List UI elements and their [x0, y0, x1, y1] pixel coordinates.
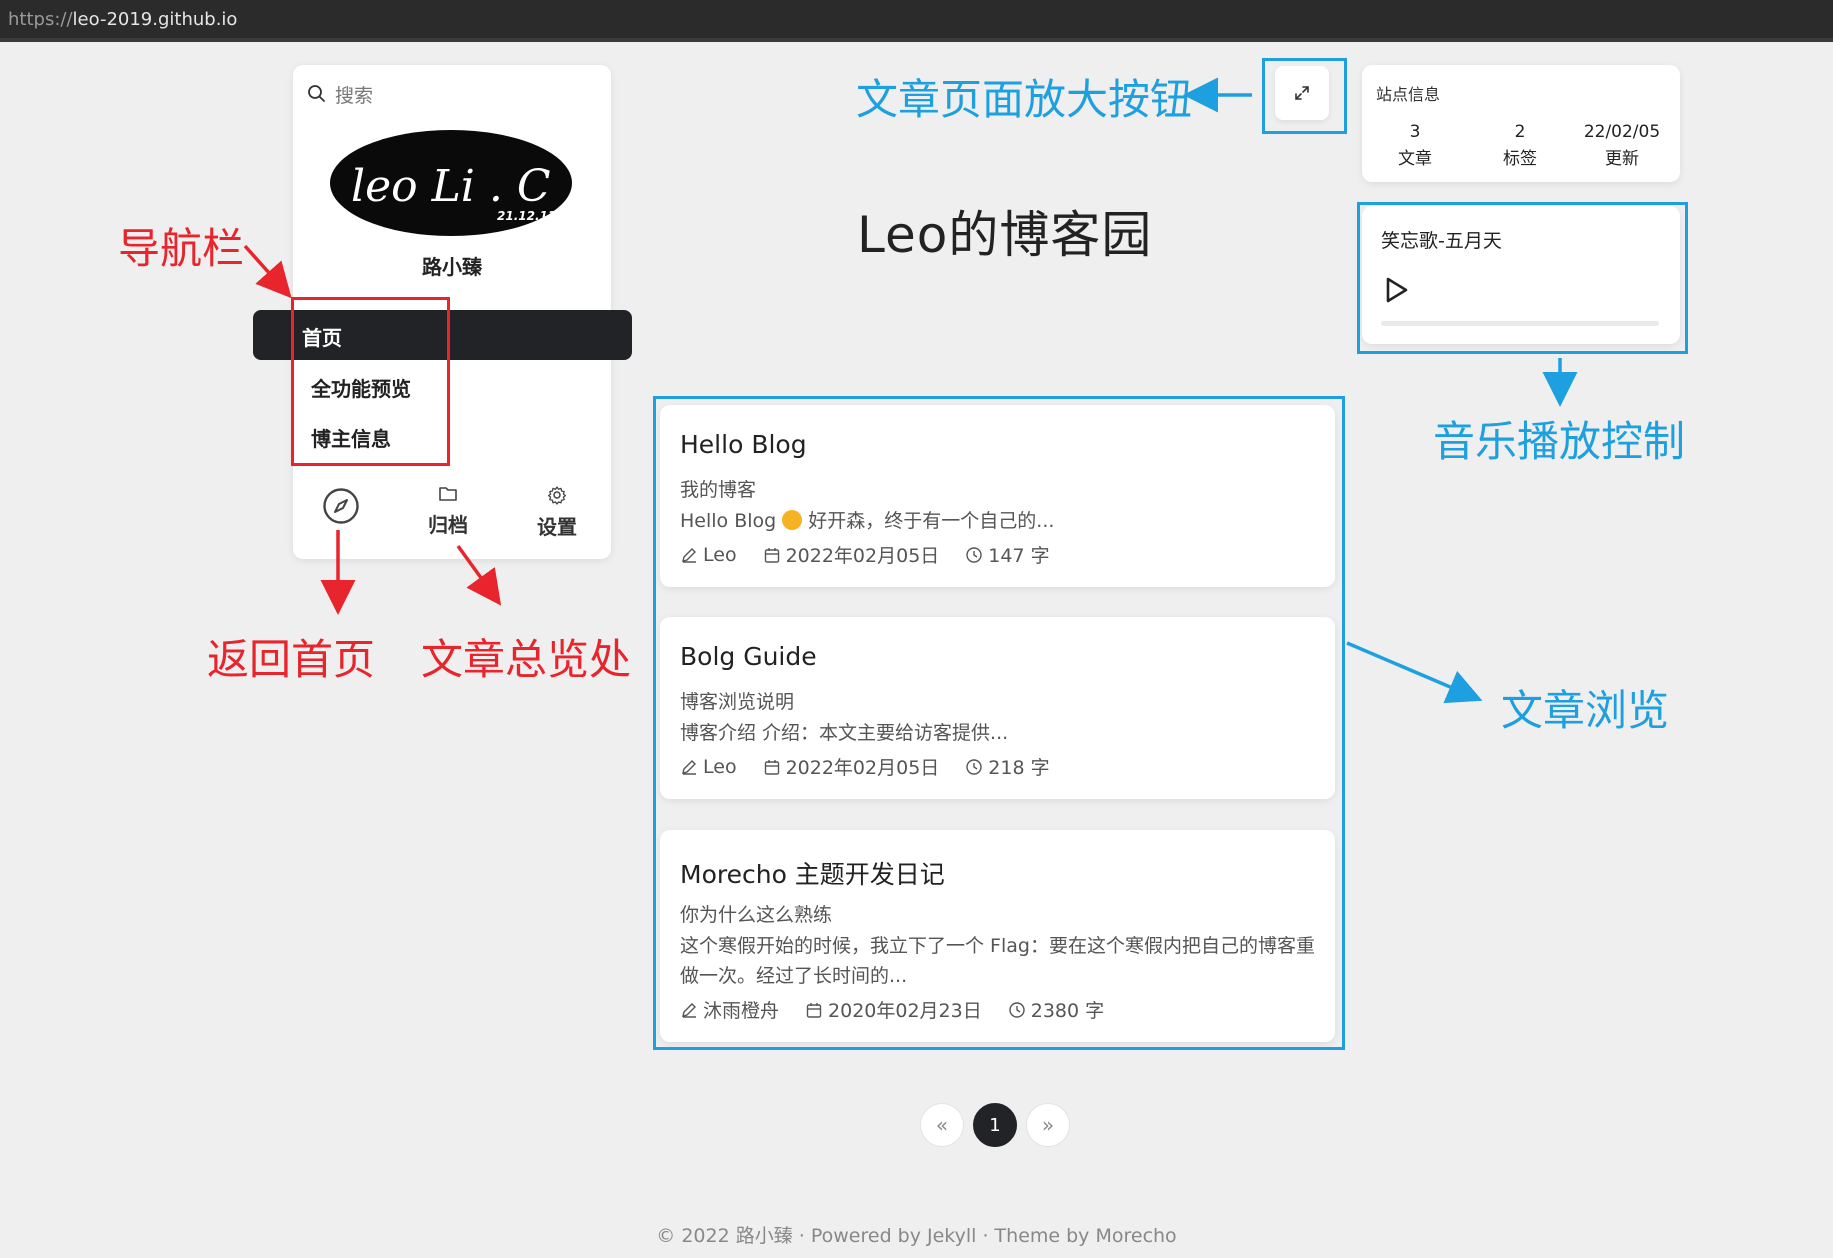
arrow-nav-bar	[243, 244, 292, 299]
arrow-article-overview	[456, 544, 502, 606]
arrow-article-browse	[1346, 641, 1483, 704]
annotation-arrows	[243, 77, 1578, 704]
